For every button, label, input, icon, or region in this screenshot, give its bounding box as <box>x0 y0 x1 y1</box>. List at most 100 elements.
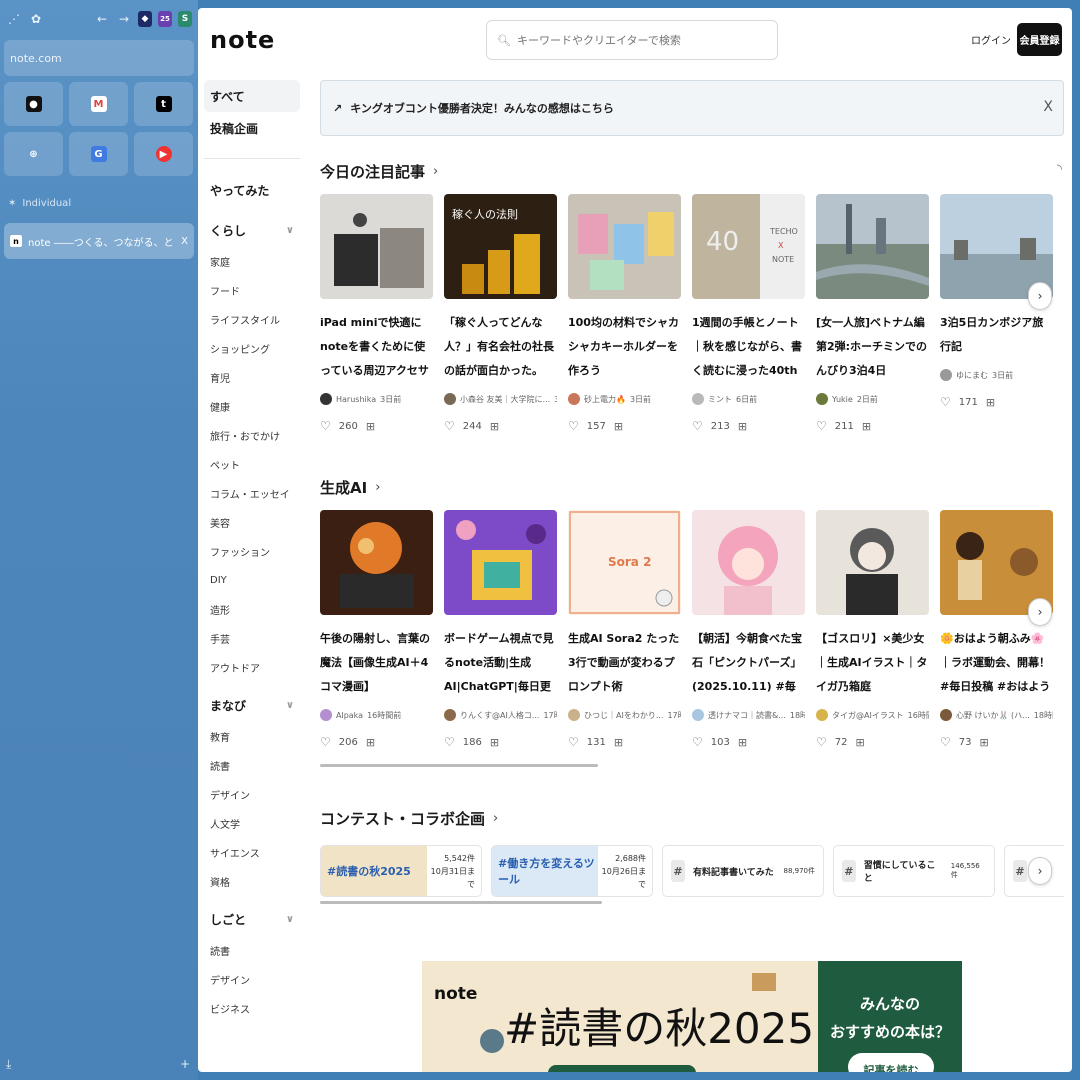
article-title[interactable]: 【ゴスロリ】×美少女｜生成AIイラスト｜タイガ乃箱庭 <box>816 627 929 699</box>
article-card[interactable]: ボードゲーム視点で見るnote活動|生成AI|ChatGPT|毎日更新|毎日投稿… <box>444 510 557 749</box>
author-name[interactable]: Harushika <box>336 395 376 404</box>
author-name[interactable]: Alpaka <box>336 711 363 720</box>
contest-next-button[interactable]: › <box>1028 857 1052 885</box>
article-title[interactable]: 3泊5日カンボジア旅行記 <box>940 311 1053 359</box>
banner-close-icon[interactable]: X <box>1043 99 1053 115</box>
bookmark-icon[interactable]: ⊞ <box>366 420 375 433</box>
avatar[interactable] <box>692 393 704 405</box>
heart-icon[interactable]: ♡ <box>816 419 827 433</box>
article-title[interactable]: 【朝活】今朝食べた宝石「ピンクトパーズ」(2025.10.11) #毎日更... <box>692 627 805 699</box>
nav-item[interactable]: 手芸 <box>204 624 300 653</box>
avatar[interactable] <box>444 709 456 721</box>
nav-item[interactable]: 家庭 <box>204 247 300 276</box>
carousel-next-button[interactable]: › <box>1028 598 1052 626</box>
avatar[interactable] <box>444 393 456 405</box>
author-name[interactable]: Yukie <box>832 395 853 404</box>
nav-all[interactable]: すべて <box>204 80 300 112</box>
article-card[interactable]: [女一人旅]ベトナム編第2弾:ホーチミンでのんびり3泊4日 Yukie 2日前 ♡ 21… <box>816 194 929 433</box>
active-tab[interactable]: n note ――つくる、つながる、とどける。 X <box>4 223 194 259</box>
heart-icon[interactable]: ♡ <box>320 419 331 433</box>
nav-item[interactable]: ファッション <box>204 537 300 566</box>
nav-item[interactable]: 読書 <box>204 936 300 965</box>
author-name[interactable]: ミント <box>708 394 732 405</box>
nav-item[interactable]: 育児 <box>204 363 300 392</box>
nav-group[interactable]: しごと ∨ <box>204 902 300 936</box>
nav-item[interactable]: 読書 <box>204 751 300 780</box>
avatar[interactable] <box>940 709 952 721</box>
pinned-youtube[interactable]: ▶ <box>134 132 193 176</box>
article-thumbnail[interactable] <box>692 510 805 615</box>
nav-projects[interactable]: 投稿企画 <box>204 112 300 144</box>
url-bar[interactable]: note.com <box>4 40 194 76</box>
article-card[interactable]: Sora 2 生成AI Sora2 たった3行で動画が変わるプロンプト術 ひつじ｜A… <box>568 510 681 749</box>
article-title[interactable]: 「稼ぐ人ってどんな人？」有名会社の社長の話が面白かった。 <box>444 311 557 383</box>
contest-scrollbar[interactable] <box>320 901 602 904</box>
article-thumbnail[interactable] <box>320 510 433 615</box>
bookmark-icon[interactable]: ⊞ <box>738 420 747 433</box>
nav-group[interactable]: やってみた <box>204 173 300 207</box>
article-card[interactable]: 【朝活】今朝食べた宝石「ピンクトパーズ」(2025.10.11) #毎日更...… <box>692 510 805 749</box>
article-title[interactable]: 生成AI Sora2 たった3行で動画が変わるプロンプト術 <box>568 627 681 699</box>
nav-item[interactable]: 健康 <box>204 392 300 421</box>
nav-item[interactable]: 資格 <box>204 867 300 896</box>
avatar[interactable] <box>568 393 580 405</box>
forward-icon[interactable]: → <box>116 11 132 27</box>
carousel-scrollbar[interactable] <box>320 764 598 767</box>
search-box[interactable]: 🔍︎ <box>486 20 778 60</box>
nav-item[interactable]: DIY <box>204 566 300 595</box>
article-card[interactable]: 稼ぐ人の法則「稼ぐ人ってどんな人？」有名会社の社長の話が面白かった。小森谷 友美… <box>444 194 557 433</box>
heart-icon[interactable]: ♡ <box>320 735 331 749</box>
sidebar-toggle-icon[interactable]: ⋰ <box>6 11 22 27</box>
chevron-down-icon[interactable]: ∨ <box>286 914 294 925</box>
extension-s-icon[interactable]: S <box>178 11 192 27</box>
heart-icon[interactable]: ♡ <box>444 419 455 433</box>
chevron-down-icon[interactable]: ∨ <box>286 700 294 711</box>
settings-icon[interactable]: ✿ <box>28 11 44 27</box>
article-card[interactable]: 午後の陽射し、言葉の魔法【画像生成AI＋4コマ漫画】 Alpaka 16時間前 ♡ 20… <box>320 510 433 749</box>
ai-heading[interactable]: 生成AI › <box>320 476 1064 498</box>
author-name[interactable]: ゆにまむ <box>956 370 988 381</box>
avatar[interactable] <box>320 709 332 721</box>
author-name[interactable]: 小森谷 友美｜大学院に... <box>460 394 550 405</box>
article-thumbnail[interactable] <box>816 510 929 615</box>
pinned-gmail[interactable]: M <box>69 82 128 126</box>
promo-banner[interactable]: note #読書の秋2025 みんなの おすすめの本は？ 記事を読む <box>422 961 962 1072</box>
bookmark-icon[interactable]: ⊞ <box>738 736 747 749</box>
author-name[interactable]: 心野 けいか🐰 (ハ... <box>956 710 1030 721</box>
article-card[interactable]: 40 TECHO X NOTE 1週間の手帳とノート｜秋を感じながら、書く読むに浸った4… <box>692 194 805 433</box>
article-title[interactable]: 午後の陽射し、言葉の魔法【画像生成AI＋4コマ漫画】 <box>320 627 433 699</box>
nav-item[interactable]: フード <box>204 276 300 305</box>
avatar[interactable] <box>568 709 580 721</box>
bookmark-icon[interactable]: ⊞ <box>862 420 871 433</box>
contest-card[interactable]: #読書の秋2025 5,542件 10月31日まで <box>320 845 482 897</box>
avatar[interactable] <box>692 709 704 721</box>
bookmark-icon[interactable]: ⊞ <box>986 396 995 409</box>
note-logo[interactable]: note <box>210 26 275 54</box>
login-link[interactable]: ログイン <box>971 32 1011 47</box>
article-thumbnail[interactable] <box>444 510 557 615</box>
article-thumbnail[interactable]: Sora 2 <box>568 510 681 615</box>
nav-item[interactable]: コラム・エッセイ <box>204 479 300 508</box>
bookmark-icon[interactable]: ⊞ <box>490 736 499 749</box>
article-title[interactable]: ボードゲーム視点で見るnote活動|生成AI|ChatGPT|毎日更新|毎日投稿… <box>444 627 557 699</box>
nav-item[interactable]: ペット <box>204 450 300 479</box>
heart-icon[interactable]: ♡ <box>940 735 951 749</box>
article-card[interactable]: 【ゴスロリ】×美少女｜生成AIイラスト｜タイガ乃箱庭タイガ@AIイラスト16時間… <box>816 510 929 749</box>
bookmark-icon[interactable]: ⊞ <box>614 736 623 749</box>
heart-icon[interactable]: ♡ <box>568 735 579 749</box>
contest-card[interactable]: # 習慣にしていること 146,556件 <box>833 845 995 897</box>
article-card[interactable]: 100均の材料でシャカシャカキーホルダーを作ろう 砂上電力🔥 3日前 ♡ 157 ⊞ <box>568 194 681 433</box>
article-thumbnail[interactable] <box>320 194 433 299</box>
nav-item[interactable]: 人文学 <box>204 809 300 838</box>
nav-item[interactable]: サイエンス <box>204 838 300 867</box>
article-title[interactable]: iPad miniで快適にnoteを書くために使っている周辺アクセサリー <box>320 311 433 383</box>
article-thumbnail[interactable] <box>816 194 929 299</box>
article-thumbnail[interactable]: 稼ぐ人の法則 <box>444 194 557 299</box>
heart-icon[interactable]: ♡ <box>692 735 703 749</box>
author-name[interactable]: 透けナマコ｜読書&... <box>708 710 786 721</box>
article-thumbnail[interactable] <box>568 194 681 299</box>
nav-group[interactable]: まなび ∨ <box>204 688 300 722</box>
extension-shield-icon[interactable]: ◆ <box>138 11 152 27</box>
bookmark-icon[interactable]: ⊞ <box>856 736 865 749</box>
contest-card[interactable]: #働き方を変えるツール 2,688件 10月26日まで <box>491 845 653 897</box>
